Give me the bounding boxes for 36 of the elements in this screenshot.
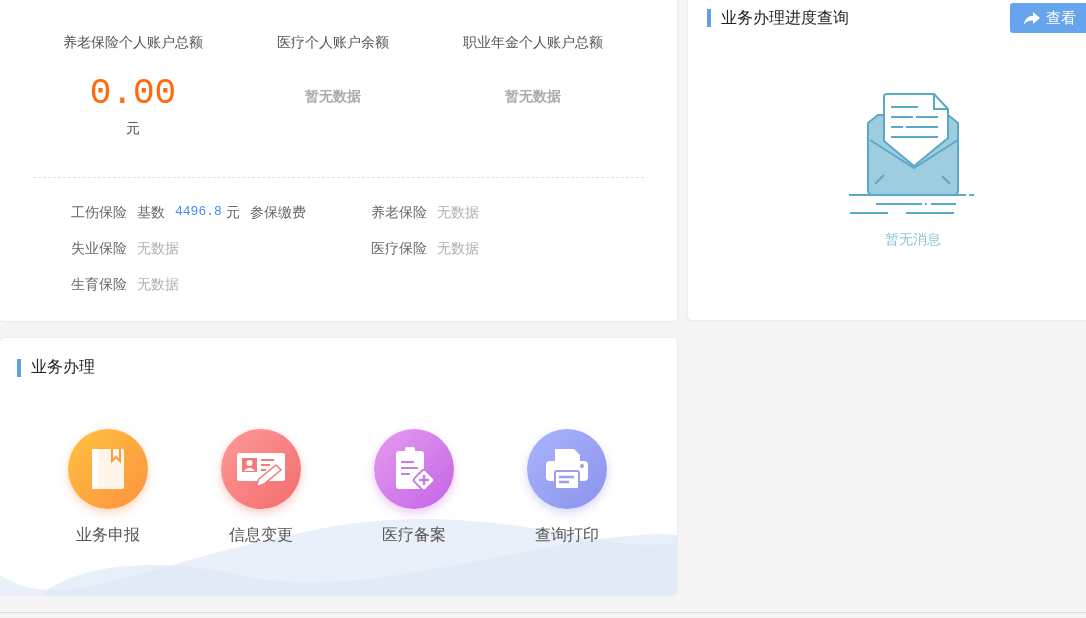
insurance-name: 失业保险 — [71, 239, 127, 258]
empty-message: 暂无消息 — [885, 231, 941, 249]
business-shortcut[interactable]: 业务申报 — [68, 429, 148, 546]
insurance-name: 生育保险 — [71, 275, 127, 294]
no-data-text: 暂无数据 — [505, 88, 561, 106]
shortcut-label: 查询打印 — [535, 525, 599, 546]
no-data-text: 无数据 — [437, 239, 479, 258]
status-text: 参保缴费 — [249, 203, 306, 222]
no-data-text: 无数据 — [437, 203, 479, 222]
section-title: 业务办理 — [31, 357, 95, 378]
base-label: 基数 — [137, 203, 165, 222]
no-data-text: 无数据 — [137, 239, 179, 258]
printer-icon — [544, 447, 590, 491]
share-arrow-icon — [1024, 11, 1040, 25]
unit-label: 元 — [126, 120, 140, 138]
account-label: 职业年金个人账户总额 — [463, 33, 603, 52]
shortcut-label: 业务申报 — [76, 525, 140, 546]
business-shortcut[interactable]: 查询打印 — [527, 429, 607, 546]
insurance-name: 养老保险 — [371, 203, 427, 222]
title-marker — [707, 9, 711, 27]
insurance-name: 医疗保险 — [371, 239, 427, 258]
book-icon — [90, 447, 126, 491]
insurance-name: 工伤保险 — [71, 203, 127, 222]
shortcut-label: 信息变更 — [229, 525, 293, 546]
business-shortcut[interactable]: 医疗备案 — [374, 429, 454, 546]
no-data-text: 暂无数据 — [305, 88, 361, 106]
account-label: 医疗个人账户余额 — [277, 33, 389, 52]
business-shortcut[interactable]: 信息变更 — [221, 429, 301, 546]
unit-label: 元 — [225, 203, 240, 222]
no-data-text: 无数据 — [137, 275, 179, 294]
shortcut-label: 医疗备案 — [382, 525, 446, 546]
account-label: 养老保险个人账户总额 — [63, 33, 203, 52]
base-amount: 4496.8 — [175, 203, 222, 221]
section-title: 业务办理进度查询 — [721, 7, 849, 29]
account-amount: 0.00 — [89, 74, 177, 114]
title-marker — [17, 358, 21, 377]
